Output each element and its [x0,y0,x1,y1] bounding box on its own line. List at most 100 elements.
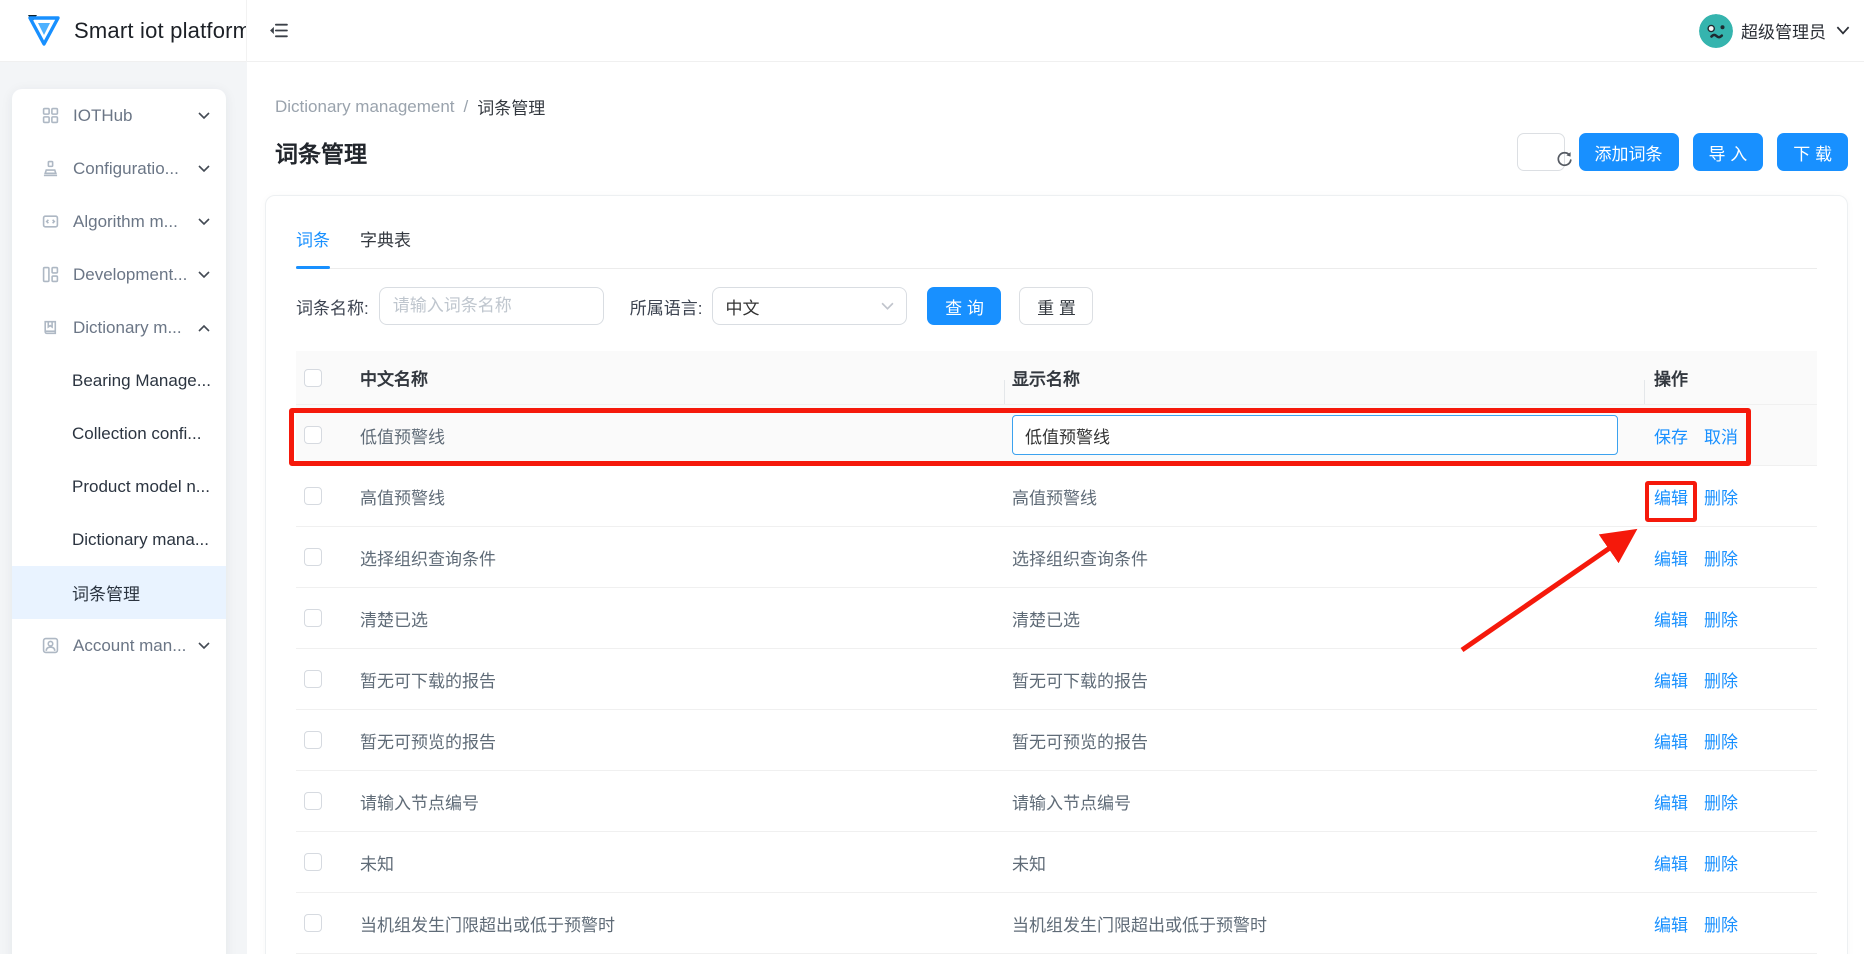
cell-display-name: 请输入节点编号 [1012,793,1131,813]
row-checkbox[interactable] [304,853,322,871]
sidebar-item-label: Configuratio... [73,158,179,178]
display-name-edit-input[interactable] [1012,415,1618,455]
table-row: 未知 未知 编辑 删除 [296,832,1817,893]
breadcrumb-current: 词条管理 [477,99,546,118]
column-header-operations: 操作 [1644,365,1819,404]
filter-bar: 词条名称: 所属语言: 中文 查 询 重 置 [296,287,1817,325]
table-row: 清楚已选 清楚已选 编辑 删除 [296,588,1817,649]
sidebar-item-label: Product model n... [72,476,210,496]
sidebar-item-bearing-management[interactable]: Bearing Manage... [12,354,226,407]
language-select[interactable]: 中文 [712,287,908,325]
delete-link[interactable]: 删除 [1704,911,1738,936]
delete-link[interactable]: 删除 [1704,606,1738,631]
delete-link[interactable]: 删除 [1704,850,1738,875]
row-checkbox[interactable] [304,670,322,688]
sidebar-item-label: Bearing Manage... [72,370,211,390]
toolbar: 添加词条 导 入 下 载 [1516,133,1848,171]
column-header-display-name: 显示名称 [1004,365,1644,404]
sidebar-item-product-model[interactable]: Product model n... [12,460,226,513]
breadcrumb-parent[interactable]: Dictionary management [275,97,455,117]
cell-chinese-name: 暂无可下载的报告 [360,671,496,691]
entry-name-input[interactable] [378,287,604,325]
user-menu[interactable]: 超级管理员 [1699,13,1864,48]
config-icon [42,160,60,178]
entry-name-label: 词条名称: [296,298,369,318]
table-row: 选择组织查询条件 选择组织查询条件 编辑 删除 [296,527,1817,588]
refresh-button[interactable] [1516,133,1572,171]
edit-link[interactable]: 编辑 [1654,911,1688,936]
brand: Smart iot platform [0,0,247,62]
edit-link[interactable]: 编辑 [1654,667,1688,692]
cell-display-name: 未知 [1012,854,1046,874]
edit-link[interactable]: 编辑 [1654,728,1688,753]
table-card: 词条 字典表 词条名称: 所属语言: 中文 查 询 重 置 中文名称 显示名称 … [265,195,1848,954]
sidebar-item-dictionary-management[interactable]: Dictionary mana... [12,513,226,566]
cell-chinese-name: 选择组织查询条件 [360,549,496,569]
sidebar-item-collection-config[interactable]: Collection confi... [12,407,226,460]
download-button[interactable]: 下 载 [1777,133,1848,171]
chevron-down-icon [198,270,210,279]
import-button[interactable]: 导 入 [1692,133,1764,171]
table-header-row: 中文名称 显示名称 操作 [296,351,1817,405]
row-checkbox[interactable] [304,548,322,566]
cell-chinese-name: 未知 [360,854,394,874]
edit-link[interactable]: 编辑 [1654,789,1688,814]
sidebar-item-entry-management[interactable]: 词条管理 [12,566,226,619]
sidebar-item-dictionary[interactable]: Dictionary m... [12,301,226,354]
sidebar-item-label: IOTHub [73,105,133,125]
cell-chinese-name: 低值预警线 [360,427,445,447]
edit-link[interactable]: 编辑 [1654,606,1688,631]
app-title: Smart iot platform [74,17,247,43]
add-entry-button[interactable]: 添加词条 [1578,133,1679,171]
sidebar-item-label: Account man... [73,635,187,655]
cell-chinese-name: 当机组发生门限超出或低于预警时 [360,915,615,935]
cell-chinese-name: 请输入节点编号 [360,793,479,813]
algorithm-icon [42,213,60,231]
menu-fold-icon[interactable] [263,16,293,46]
sidebar-item-development[interactable]: Development... [12,248,226,301]
search-button[interactable]: 查 询 [927,287,1002,325]
delete-link[interactable]: 删除 [1704,789,1738,814]
sidebar-item-configuration[interactable]: Configuratio... [12,142,226,195]
app-header: Smart iot platform 超级管理员 [0,0,1864,62]
user-avatar [1699,13,1733,48]
delete-link[interactable]: 删除 [1704,545,1738,570]
select-all-checkbox[interactable] [304,368,322,387]
edit-link[interactable]: 编辑 [1654,850,1688,875]
language-label: 所属语言: [629,298,703,318]
cell-chinese-name: 清楚已选 [360,610,428,630]
table-row: 暂无可预览的报告 暂无可预览的报告 编辑 删除 [296,710,1817,771]
cancel-link[interactable]: 取消 [1704,423,1738,448]
table-row: 高值预警线 高值预警线 编辑 删除 [296,466,1817,527]
user-name: 超级管理员 [1741,23,1826,42]
tab-dictionary[interactable]: 字典表 [360,226,411,268]
sidebar-item-account[interactable]: Account man... [12,619,226,672]
cell-display-name: 选择组织查询条件 [1012,549,1148,569]
edit-link[interactable]: 编辑 [1654,545,1688,570]
delete-link[interactable]: 删除 [1704,728,1738,753]
entries-table: 中文名称 显示名称 操作 低值预警线 保存 取消 高值预警线 [296,351,1817,954]
app-logo-icon [26,13,62,49]
save-link[interactable]: 保存 [1654,423,1688,448]
tab-entries[interactable]: 词条 [296,226,330,269]
sidebar: IOTHub Configuratio... Algorithm m... De… [12,89,226,954]
chevron-down-icon [198,641,210,650]
row-checkbox[interactable] [304,487,322,505]
sidebar-item-iothub[interactable]: IOTHub [12,89,226,142]
breadcrumb: Dictionary management / 词条管理 [275,94,1864,119]
delete-link[interactable]: 删除 [1704,484,1738,509]
row-checkbox[interactable] [304,914,322,932]
sidebar-item-label: Collection confi... [72,423,202,443]
row-checkbox[interactable] [304,426,322,444]
row-checkbox[interactable] [304,731,322,749]
table-row: 低值预警线 保存 取消 [296,405,1817,466]
reset-button[interactable]: 重 置 [1019,287,1094,325]
edit-link[interactable]: 编辑 [1654,484,1688,509]
chevron-down-icon [198,111,210,120]
row-checkbox[interactable] [304,792,322,810]
table-row: 当机组发生门限超出或低于预警时 当机组发生门限超出或低于预警时 编辑 删除 [296,893,1817,954]
delete-link[interactable]: 删除 [1704,667,1738,692]
row-checkbox[interactable] [304,609,322,627]
sidebar-item-algorithm[interactable]: Algorithm m... [12,195,226,248]
sidebar-item-label: Dictionary mana... [72,529,209,549]
